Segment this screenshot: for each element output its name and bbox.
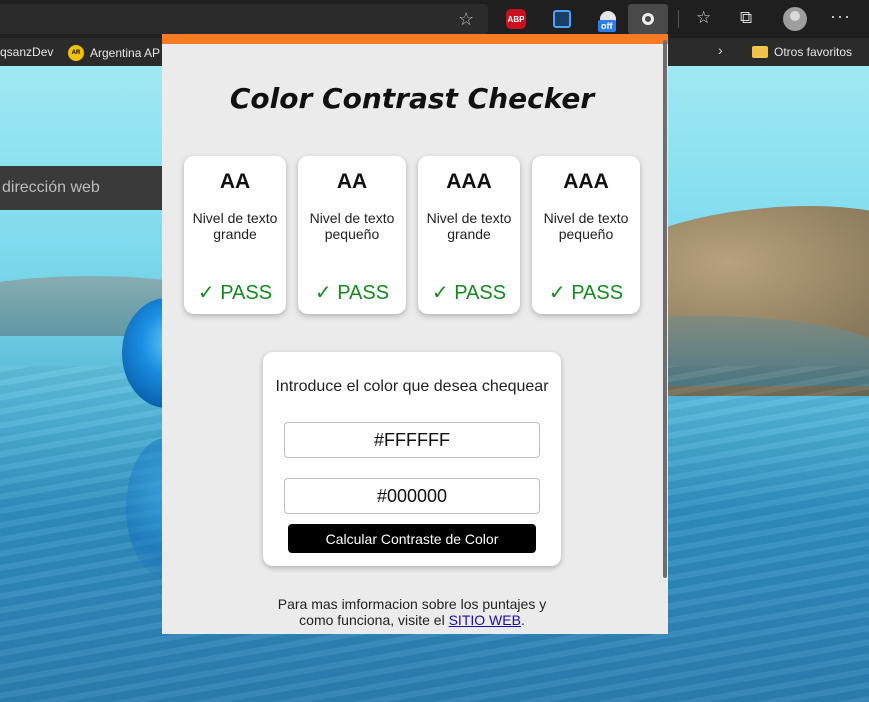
result-card-aa-large: AA Nivel de texto grande ✓ PASS <box>184 156 286 314</box>
star-icon[interactable]: ☆ <box>458 9 474 30</box>
calculate-contrast-button[interactable]: Calcular Contraste de Color <box>288 524 536 553</box>
bookmark-item[interactable]: AR Argentina AP <box>68 45 160 61</box>
profile-avatar[interactable] <box>783 7 807 31</box>
pass-status: ✓ PASS <box>548 282 624 304</box>
pass-status: ✓ PASS <box>431 282 507 304</box>
extension-popup: Color Contrast Checker AA Nivel de texto… <box>162 34 668 634</box>
argentina-api-icon: AR <box>68 45 84 61</box>
level-description: Nivel de texto pequeño <box>309 210 395 242</box>
active-extension-icon <box>642 13 654 25</box>
browser-toolbar: ☆ ABP off ☆ ⧉ ··· <box>0 0 869 38</box>
level-label: AA <box>336 170 368 193</box>
level-description: Nivel de texto pequeño <box>543 210 629 242</box>
address-bar[interactable] <box>0 4 488 34</box>
foreground-color-input[interactable] <box>284 422 540 458</box>
level-description: Nivel de texto grande <box>426 210 512 242</box>
toolbar-divider <box>678 10 679 28</box>
bookmark-label: Otros favoritos <box>774 45 853 59</box>
bookmark-label: Argentina AP <box>90 46 161 60</box>
footer-text: Para mas imformacion sobre los puntajes … <box>277 596 547 612</box>
color-prompt: Introduce el color que desea chequear <box>275 378 549 395</box>
website-link[interactable]: SITIO WEB <box>449 612 521 628</box>
level-description: Nivel de texto grande <box>192 210 278 242</box>
more-icon[interactable]: ··· <box>830 6 851 27</box>
new-tab-search-box[interactable]: dirección web <box>0 166 175 210</box>
favorites-icon[interactable]: ☆ <box>696 8 711 28</box>
info-footer: Para mas imformacion sobre los puntajes … <box>162 596 662 628</box>
popup-title: Color Contrast Checker <box>229 82 595 115</box>
color-contrast-extension-button[interactable] <box>628 4 668 34</box>
collections-icon[interactable]: ⧉ <box>740 8 752 28</box>
level-label: AAA <box>446 170 492 193</box>
folder-icon <box>752 46 768 58</box>
other-favorites[interactable]: Otros favoritos <box>752 45 852 59</box>
pass-status: ✓ PASS <box>314 282 390 304</box>
abp-extension-button[interactable]: ABP <box>504 7 528 31</box>
result-card-aaa-large: AAA Nivel de texto grande ✓ PASS <box>418 156 520 314</box>
pass-status: ✓ PASS <box>197 282 273 304</box>
off-badge: off <box>598 20 616 32</box>
search-placeholder: dirección web <box>2 179 100 196</box>
result-card-aaa-small: AAA Nivel de texto pequeño ✓ PASS <box>532 156 640 314</box>
blue-extension-button[interactable] <box>550 7 574 31</box>
result-card-aa-small: AA Nivel de texto pequeño ✓ PASS <box>298 156 406 314</box>
chevron-right-icon[interactable]: › <box>718 42 723 58</box>
footer-period: . <box>520 612 525 628</box>
color-input-card: Introduce el color que desea chequear Ca… <box>263 352 561 566</box>
abp-icon: ABP <box>506 9 526 29</box>
level-label: AAA <box>563 170 609 193</box>
popup-scrollbar[interactable] <box>663 40 667 578</box>
background-color-input[interactable] <box>284 478 540 514</box>
level-label: AA <box>219 170 251 193</box>
bookmark-item[interactable]: qsanzDev <box>0 45 53 59</box>
blue-extension-icon <box>553 10 571 28</box>
footer-text: como funciona, visite el <box>299 612 445 628</box>
